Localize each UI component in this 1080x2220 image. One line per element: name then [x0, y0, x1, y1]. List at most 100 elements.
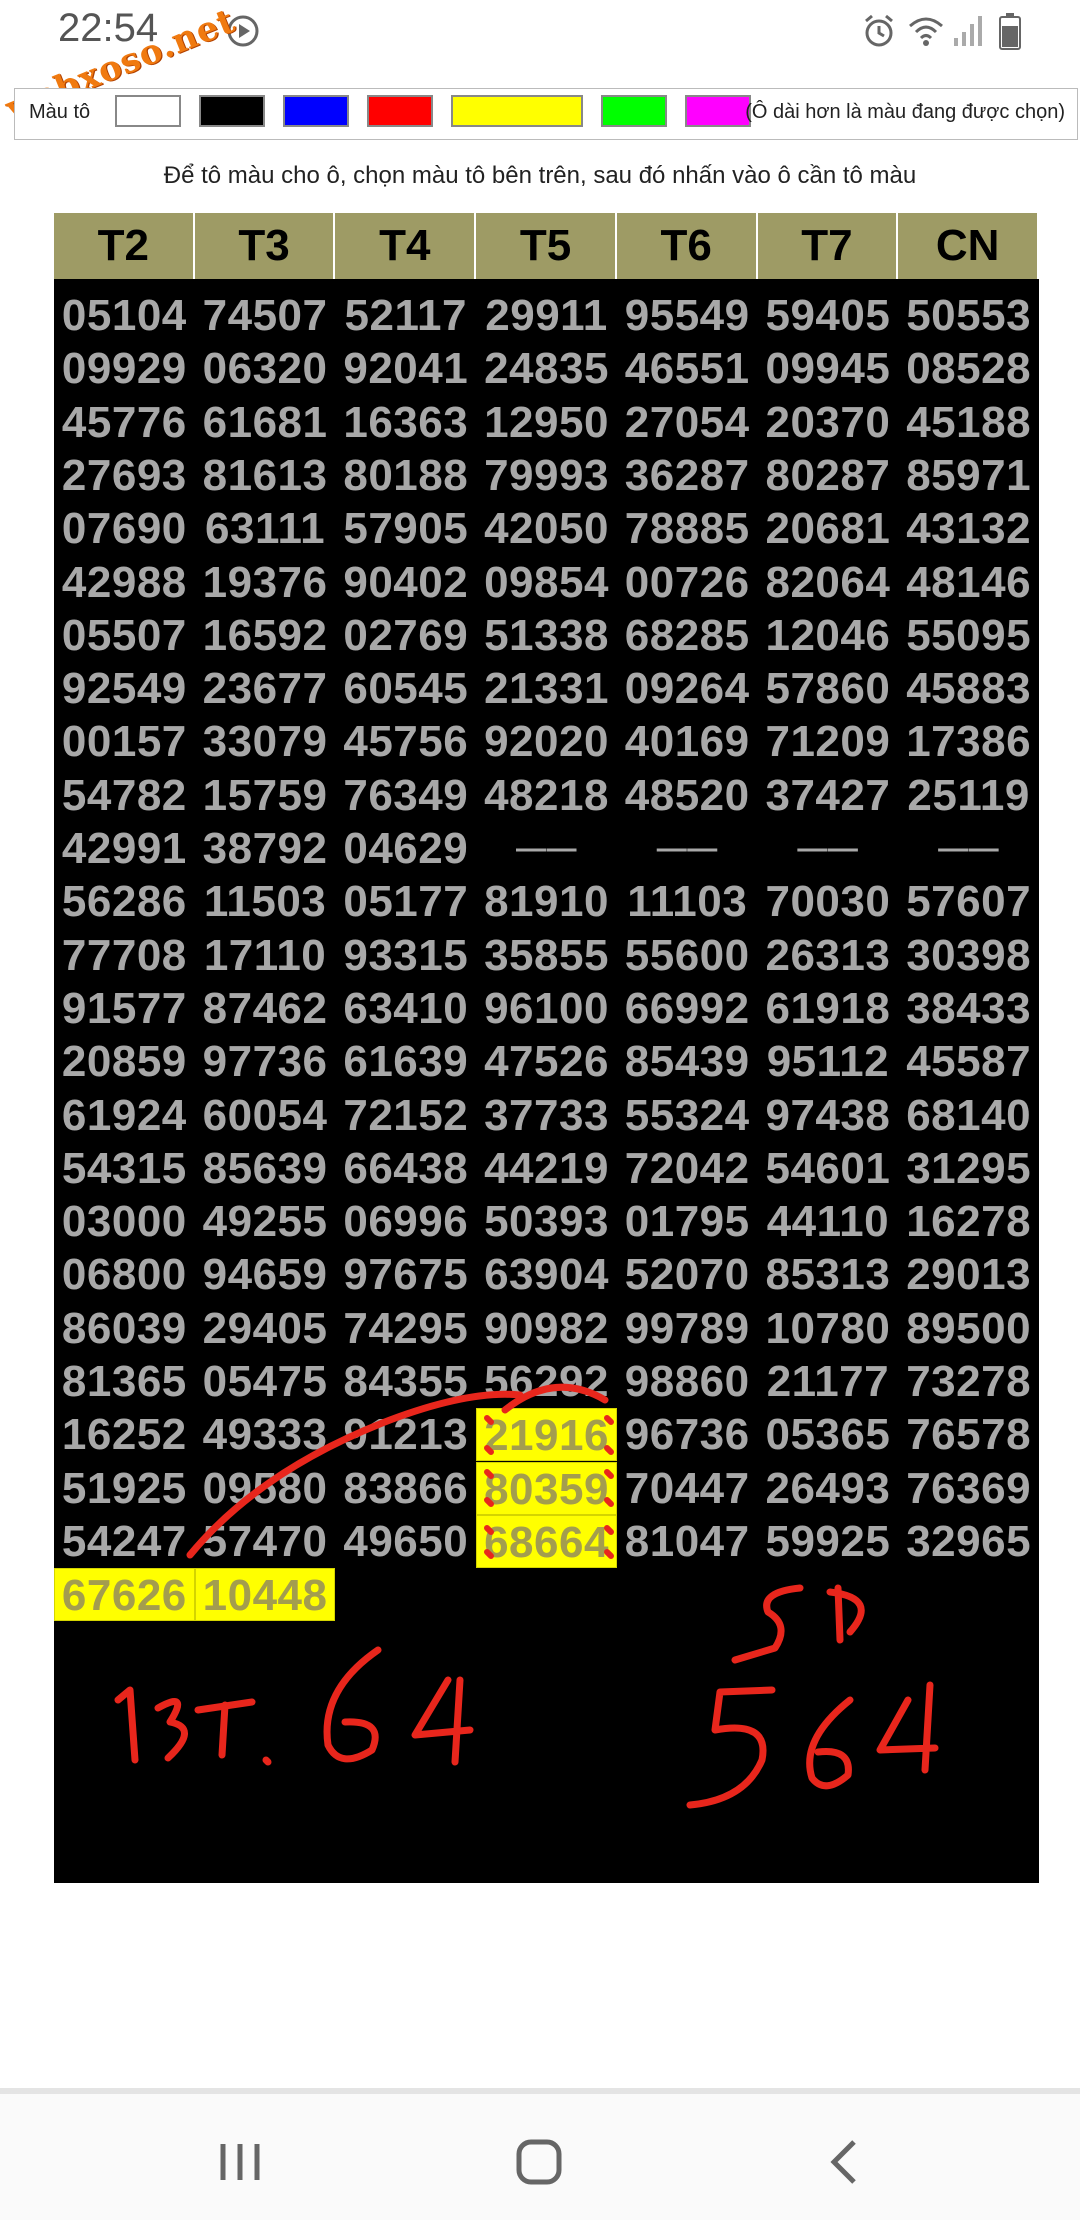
table-cell[interactable]: 79993 [476, 449, 617, 502]
table-cell[interactable]: 38792 [195, 822, 336, 875]
table-cell[interactable]: 81910 [476, 875, 617, 928]
table-cell[interactable]: 93315 [335, 929, 476, 982]
table-cell[interactable]: 49650 [335, 1515, 476, 1568]
table-cell[interactable]: 72152 [335, 1089, 476, 1142]
table-cell[interactable]: 61924 [54, 1089, 195, 1142]
table-cell[interactable]: 68664 [476, 1514, 617, 1568]
table-cell[interactable]: 00726 [617, 556, 758, 609]
table-cell[interactable]: 77708 [54, 929, 195, 982]
table-cell[interactable]: 61918 [758, 982, 899, 1035]
table-cell[interactable]: 63410 [335, 982, 476, 1035]
table-cell[interactable]: 21916 [476, 1408, 617, 1462]
table-cell[interactable]: 07690 [54, 502, 195, 555]
table-cell[interactable]: 80287 [758, 449, 899, 502]
table-cell[interactable]: 44110 [758, 1195, 899, 1248]
table-cell[interactable]: 26313 [758, 929, 899, 982]
table-cell[interactable]: 51925 [54, 1462, 195, 1515]
table-cell[interactable]: 48218 [476, 769, 617, 822]
table-cell[interactable]: 45756 [335, 715, 476, 768]
recent-apps-button[interactable] [205, 2132, 275, 2192]
table-cell[interactable]: 43132 [898, 502, 1039, 555]
table-cell[interactable]: 21331 [476, 662, 617, 715]
table-cell[interactable]: 38433 [898, 982, 1039, 1035]
table-cell[interactable]: 10448 [194, 1568, 336, 1622]
table-cell[interactable]: 59925 [758, 1515, 899, 1568]
table-cell[interactable]: 90982 [476, 1302, 617, 1355]
table-cell[interactable]: 56292 [476, 1355, 617, 1408]
table-cell[interactable]: 57860 [758, 662, 899, 715]
table-cell[interactable]: 37427 [758, 769, 899, 822]
table-cell[interactable]: 06996 [335, 1195, 476, 1248]
table-cell[interactable]: 44219 [476, 1142, 617, 1195]
table-cell[interactable]: 29911 [476, 289, 617, 342]
table-cell[interactable]: 80188 [335, 449, 476, 502]
table-cell[interactable]: 49255 [195, 1195, 336, 1248]
table-cell[interactable]: 45587 [898, 1035, 1039, 1088]
table-cell[interactable]: 90402 [335, 556, 476, 609]
table-cell[interactable]: 06320 [195, 342, 336, 395]
table-cell[interactable]: 05177 [335, 875, 476, 928]
table-cell[interactable]: 87462 [195, 982, 336, 1035]
table-cell[interactable]: 97438 [758, 1089, 899, 1142]
table-cell[interactable]: 15759 [195, 769, 336, 822]
table-cell[interactable]: 91213 [335, 1408, 476, 1461]
swatch-blue[interactable] [283, 95, 349, 127]
table-cell[interactable]: 32965 [898, 1515, 1039, 1568]
column-header-t4[interactable]: T4 [335, 213, 477, 279]
table-cell[interactable]: 05475 [195, 1355, 336, 1408]
table-cell[interactable]: 09580 [195, 1462, 336, 1515]
table-cell[interactable]: 05104 [54, 289, 195, 342]
table-cell[interactable]: 76578 [898, 1408, 1039, 1461]
table-cell[interactable]: 81047 [617, 1515, 758, 1568]
table-cell[interactable]: 45776 [54, 396, 195, 449]
table-cell[interactable]: 49333 [195, 1408, 336, 1461]
table-cell[interactable]: 54247 [54, 1515, 195, 1568]
table-cell[interactable]: 29013 [898, 1248, 1039, 1301]
table-cell[interactable]: 92041 [335, 342, 476, 395]
table-cell[interactable]: 70030 [758, 875, 899, 928]
table-cell[interactable]: 36287 [617, 449, 758, 502]
table-cell[interactable]: 86039 [54, 1302, 195, 1355]
table-cell[interactable]: 01795 [617, 1195, 758, 1248]
table-cell[interactable]: 10780 [758, 1302, 899, 1355]
table-cell[interactable]: 73278 [898, 1355, 1039, 1408]
table-cell[interactable]: 57905 [335, 502, 476, 555]
table-cell[interactable]: 52117 [335, 289, 476, 342]
table-cell[interactable]: 96736 [617, 1408, 758, 1461]
table-cell[interactable]: 23677 [195, 662, 336, 715]
table-cell[interactable]: 72042 [617, 1142, 758, 1195]
table-cell[interactable]: 99789 [617, 1302, 758, 1355]
table-cell[interactable]: 40169 [617, 715, 758, 768]
table-cell[interactable]: 30398 [898, 929, 1039, 982]
table-cell[interactable]: 89500 [898, 1302, 1039, 1355]
table-cell[interactable]: 95549 [617, 289, 758, 342]
column-header-cn[interactable]: CN [898, 213, 1039, 279]
table-cell[interactable]: 05365 [758, 1408, 899, 1461]
table-cell[interactable]: 21177 [758, 1355, 899, 1408]
table-cell[interactable]: 27054 [617, 396, 758, 449]
table-cell[interactable]: 68285 [617, 609, 758, 662]
column-header-t5[interactable]: T5 [476, 213, 617, 279]
table-cell[interactable]: 81613 [195, 449, 336, 502]
table-cell[interactable]: 33079 [195, 715, 336, 768]
column-header-t6[interactable]: T6 [617, 213, 758, 279]
table-cell[interactable]: 47526 [476, 1035, 617, 1088]
table-cell[interactable]: 09929 [54, 342, 195, 395]
column-header-t2[interactable]: T2 [54, 213, 195, 279]
swatch-red[interactable] [367, 95, 433, 127]
table-cell[interactable]: 09264 [617, 662, 758, 715]
table-cell[interactable]: 66992 [617, 982, 758, 1035]
table-cell[interactable]: 78885 [617, 502, 758, 555]
swatch-yellow[interactable] [451, 95, 583, 127]
table-cell[interactable]: 16592 [195, 609, 336, 662]
table-cell[interactable]: 55324 [617, 1089, 758, 1142]
table-cell[interactable]: 09945 [758, 342, 899, 395]
table-cell[interactable]: 83866 [335, 1462, 476, 1515]
table-cell[interactable]: 27693 [54, 449, 195, 502]
table-cell[interactable]: 12950 [476, 396, 617, 449]
table-cell[interactable]: 06800 [54, 1248, 195, 1301]
table-cell[interactable]: 20370 [758, 396, 899, 449]
table-cell[interactable]: 08528 [898, 342, 1039, 395]
table-cell[interactable]: 37733 [476, 1089, 617, 1142]
table-cell[interactable]: 91577 [54, 982, 195, 1035]
